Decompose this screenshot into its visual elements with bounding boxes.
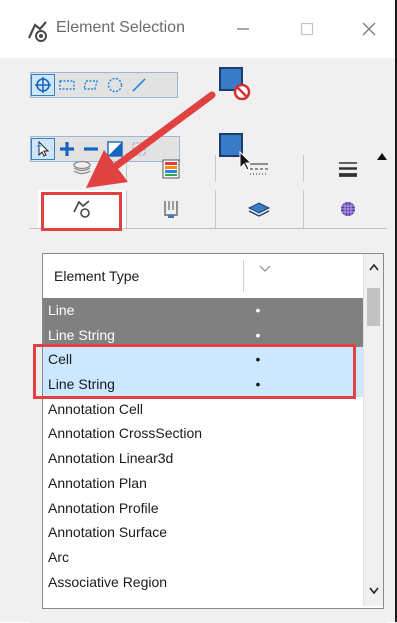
close-button[interactable] bbox=[352, 14, 386, 44]
list-item-label: Annotation Surface bbox=[48, 524, 168, 541]
bentley-element-selection-icon bbox=[24, 18, 50, 44]
block-select-icon[interactable] bbox=[55, 74, 79, 96]
list-item-label: Associative Region bbox=[48, 573, 168, 590]
circle-select-icon[interactable] bbox=[103, 74, 127, 96]
list-item-label: Annotation Linear3d bbox=[48, 450, 174, 467]
scroll-thumb[interactable] bbox=[367, 288, 380, 326]
list-item-label: Annotation Cell bbox=[48, 400, 143, 417]
list-item[interactable]: Line • bbox=[43, 298, 363, 323]
template-tab-icon[interactable] bbox=[216, 190, 305, 228]
color-tab-icon[interactable] bbox=[127, 155, 216, 182]
maximize-button[interactable] bbox=[290, 14, 324, 44]
shape-select-icon[interactable] bbox=[79, 74, 103, 96]
material-tab-icon[interactable] bbox=[304, 190, 392, 228]
list-item-label: Line String bbox=[48, 326, 115, 343]
annotation-box-element-type-tab bbox=[41, 192, 122, 231]
clear-selection-icon[interactable] bbox=[218, 66, 252, 101]
title-bar: Element Selection bbox=[0, 0, 397, 58]
list-item[interactable]: Annotation Linear3d bbox=[43, 446, 363, 471]
list-item[interactable]: Annotation Profile bbox=[43, 496, 363, 521]
column-divider[interactable] bbox=[243, 260, 244, 292]
element-type-column-header[interactable]: Element Type bbox=[54, 268, 139, 284]
filter-tabs-row-1 bbox=[38, 155, 392, 182]
element-type-list[interactable]: Element Type Line • Line String • Cell • Line … bbox=[42, 253, 384, 609]
minimize-button[interactable] bbox=[226, 14, 260, 44]
element-selection-window: Element Selection Element Type Line • Li… bbox=[0, 0, 397, 623]
list-item-dot: • bbox=[255, 302, 261, 318]
list-item[interactable]: Annotation CrossSection bbox=[43, 421, 363, 446]
scroll-down-icon[interactable] bbox=[364, 586, 383, 604]
levels-tab-icon[interactable] bbox=[38, 155, 127, 182]
list-item[interactable]: Associative Region bbox=[43, 570, 363, 595]
class-tab-icon[interactable] bbox=[127, 190, 216, 228]
list-item[interactable]: Annotation Plan bbox=[43, 471, 363, 496]
window-title: Element Selection bbox=[56, 19, 185, 36]
list-header: Element Type bbox=[43, 254, 363, 299]
list-rows: Line • Line String • Cell • Line String • Annota… bbox=[43, 298, 363, 594]
chevron-down-icon[interactable] bbox=[259, 262, 271, 276]
list-item[interactable]: Arc bbox=[43, 545, 363, 570]
list-item-label: Annotation Profile bbox=[48, 499, 159, 516]
annotation-box-highlighted-rows bbox=[33, 344, 356, 399]
list-item-label: Line bbox=[48, 302, 75, 318]
list-item[interactable]: Annotation Cell bbox=[43, 397, 363, 422]
line-weight-tab-icon[interactable] bbox=[304, 155, 392, 182]
line-style-tab-icon[interactable] bbox=[216, 155, 305, 182]
list-item-label: Arc bbox=[48, 548, 69, 565]
scroll-up-icon[interactable] bbox=[364, 262, 383, 280]
list-item-label: Annotation CrossSection bbox=[48, 425, 203, 442]
individual-select-icon[interactable] bbox=[31, 74, 55, 96]
list-item[interactable]: Annotation Surface bbox=[43, 520, 363, 545]
selection-method-toolbar bbox=[30, 72, 178, 98]
line-select-icon[interactable] bbox=[127, 74, 151, 96]
vertical-scrollbar[interactable] bbox=[363, 254, 383, 606]
list-item-label: Annotation Plan bbox=[48, 474, 147, 491]
